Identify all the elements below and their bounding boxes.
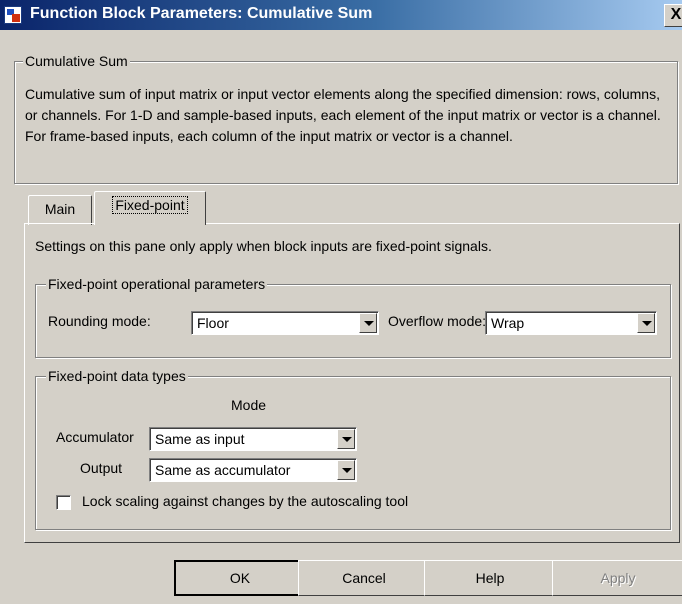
tab-fixed-point[interactable]: Fixed-point (94, 191, 206, 225)
overflow-mode-select[interactable]: Wrap (485, 311, 657, 335)
help-button[interactable]: Help (424, 560, 556, 596)
accumulator-mode-select[interactable]: Same as input (149, 427, 357, 451)
panel-info-text: Settings on this pane only apply when bl… (35, 238, 492, 254)
overflow-mode-label: Overflow mode: (388, 313, 487, 329)
mode-column-header: Mode (231, 397, 267, 413)
simulink-block-icon (4, 6, 22, 24)
chevron-down-icon[interactable] (637, 313, 655, 333)
rounding-mode-label: Rounding mode: (48, 313, 151, 329)
data-types-legend: Fixed-point data types (46, 368, 188, 384)
rounding-mode-select[interactable]: Floor (191, 311, 379, 335)
description-group: Cumulative Sum Cumulative sum of input m… (14, 53, 678, 184)
chevron-down-icon[interactable] (337, 460, 355, 480)
op-params-group: Fixed-point operational parameters Round… (35, 276, 671, 358)
overflow-mode-value: Wrap (491, 315, 525, 331)
rounding-mode-value: Floor (197, 315, 229, 331)
tab-fixed-point-label: Fixed-point (112, 196, 188, 214)
block-description: Cumulative sum of input matrix or input … (25, 86, 661, 144)
tab-main-label: Main (44, 201, 76, 217)
title-bar: Function Block Parameters: Cumulative Su… (0, 0, 682, 30)
accumulator-label: Accumulator (56, 429, 134, 445)
apply-button[interactable]: Apply (552, 560, 682, 596)
ok-button[interactable]: OK (174, 560, 306, 596)
chevron-down-icon[interactable] (337, 429, 355, 449)
output-mode-value: Same as accumulator (155, 462, 291, 478)
chevron-down-icon[interactable] (359, 313, 377, 333)
op-params-legend: Fixed-point operational parameters (46, 276, 268, 292)
lock-scaling-checkbox[interactable] (56, 495, 71, 510)
accumulator-mode-value: Same as input (155, 431, 245, 447)
output-label: Output (80, 460, 123, 476)
fixed-point-panel: Settings on this pane only apply when bl… (24, 223, 680, 543)
cancel-button[interactable]: Cancel (298, 560, 430, 596)
close-button[interactable]: X (664, 4, 682, 27)
tab-main[interactable]: Main (28, 195, 92, 225)
lock-scaling-label[interactable]: Lock scaling against changes by the auto… (82, 493, 408, 509)
data-types-group: Fixed-point data types Mode Accumulator … (35, 368, 671, 530)
output-mode-select[interactable]: Same as accumulator (149, 458, 357, 482)
window-title: Function Block Parameters: Cumulative Su… (30, 5, 373, 22)
description-legend: Cumulative Sum (23, 53, 130, 69)
